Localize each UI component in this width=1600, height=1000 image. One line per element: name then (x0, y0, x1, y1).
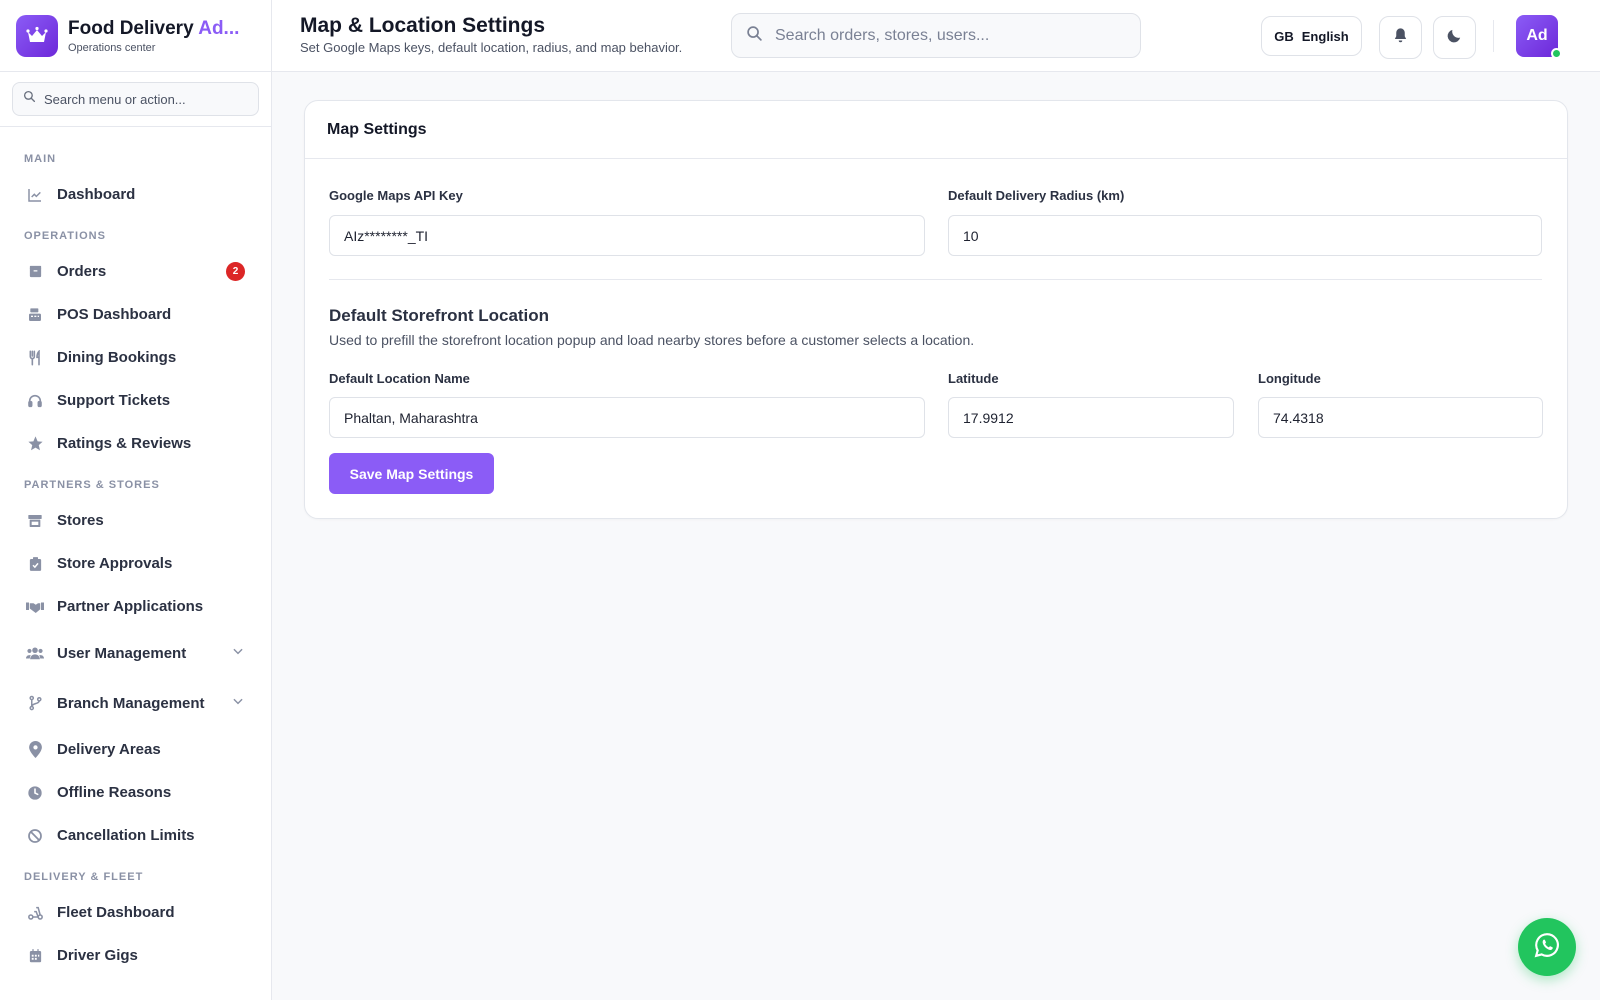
whatsapp-button[interactable] (1518, 918, 1576, 976)
sidebar-item-label: Driver Gigs (57, 947, 138, 964)
sidebar-item-label: Partner Applications (57, 598, 204, 615)
bell-icon (1392, 27, 1409, 49)
avatar-initials: Ad (1526, 27, 1548, 44)
theme-toggle-button[interactable] (1433, 16, 1476, 59)
sidebar-item-fleet-dashboard[interactable]: Fleet Dashboard (12, 891, 259, 934)
box-icon (26, 263, 44, 281)
sidebar-item-dashboard[interactable]: Dashboard (12, 173, 259, 216)
brand[interactable]: Food Delivery Ad... Operations center (0, 0, 271, 72)
sidebar-item-support[interactable]: Support Tickets (12, 379, 259, 422)
chevron-down-icon (231, 644, 245, 662)
search-icon (746, 25, 763, 47)
branch-icon (26, 694, 44, 712)
sidebar-item-branch-management[interactable]: Branch Management (12, 678, 259, 728)
ban-icon (26, 827, 44, 845)
sidebar-item-orders[interactable]: Orders 2 (12, 250, 259, 293)
chevron-down-icon (231, 694, 245, 712)
sidebar-item-label: Delivery Areas (57, 741, 161, 758)
store-icon (26, 512, 44, 530)
sidebar-item-label: Dashboard (57, 186, 136, 203)
sidebar-item-label: Cancellation Limits (57, 827, 195, 844)
sidebar-item-label: Fleet Dashboard (57, 904, 175, 921)
api-key-field[interactable] (329, 215, 925, 256)
clock-icon (26, 784, 44, 802)
language-label: English (1301, 28, 1349, 44)
global-search-input[interactable] (775, 26, 1115, 45)
storefront-section-title: Default Storefront Location (329, 306, 550, 325)
nav-section-fleet: DELIVERY & FLEET (24, 871, 144, 883)
crown-icon (16, 14, 58, 57)
sidebar-item-user-management[interactable]: User Management (12, 628, 259, 678)
sidebar-item-driver-gigs[interactable]: Driver Gigs (12, 934, 259, 977)
star-icon (26, 435, 44, 453)
sidebar: Food Delivery Ad... Operations center MA… (0, 0, 272, 1000)
chart-icon (26, 186, 44, 204)
search-icon (23, 90, 36, 108)
sidebar-item-cancellation-limits[interactable]: Cancellation Limits (12, 814, 259, 857)
api-key-label: Google Maps API Key (329, 188, 463, 203)
handshake-icon (26, 598, 44, 616)
brand-title: Food Delivery Ad... (68, 17, 240, 39)
orders-badge: 2 (226, 262, 245, 281)
register-icon (26, 306, 44, 324)
sidebar-search-input[interactable] (44, 91, 234, 107)
sidebar-item-label: Branch Management (57, 694, 205, 712)
global-search (731, 13, 1141, 58)
longitude-label: Longitude (1258, 371, 1321, 386)
radius-field[interactable] (948, 215, 1542, 256)
online-status-dot (1551, 48, 1562, 59)
save-map-settings-button[interactable]: Save Map Settings (329, 453, 494, 494)
sidebar-item-label: Stores (57, 512, 104, 529)
sidebar-item-stores[interactable]: Stores (12, 499, 259, 542)
sidebar-item-label: POS Dashboard (57, 306, 172, 323)
sidebar-item-dining[interactable]: Dining Bookings (12, 336, 259, 379)
nav-section-operations: OPERATIONS (24, 230, 106, 242)
page-subtitle: Set Google Maps keys, default location, … (300, 40, 683, 55)
map-pin-icon (26, 741, 44, 759)
location-name-label: Default Location Name (329, 371, 470, 386)
scooter-icon (26, 904, 44, 922)
top-header: Map & Location Settings Set Google Maps … (272, 0, 1600, 72)
card-title: Map Settings (305, 101, 1567, 159)
calendar-icon (26, 947, 44, 965)
utensils-icon (26, 349, 44, 367)
sidebar-item-label: Support Tickets (57, 392, 171, 409)
header-divider (1493, 20, 1494, 52)
whatsapp-icon (1534, 932, 1560, 963)
clipboard-check-icon (26, 555, 44, 573)
sidebar-item-label: Store Approvals (57, 555, 173, 572)
nav-section-partners: PARTNERS & STORES (24, 479, 160, 491)
sidebar-search (12, 82, 259, 116)
sidebar-item-label: Ratings & Reviews (57, 435, 192, 452)
latitude-field[interactable] (948, 397, 1234, 438)
sidebar-item-pos[interactable]: POS Dashboard (12, 293, 259, 336)
storefront-section-description: Used to prefill the storefront location … (329, 332, 975, 348)
sidebar-item-label: Offline Reasons (57, 784, 172, 801)
user-avatar[interactable]: Ad (1516, 15, 1562, 59)
headset-icon (26, 392, 44, 410)
nav-section-main: MAIN (24, 153, 57, 165)
radius-label: Default Delivery Radius (km) (948, 188, 1125, 203)
language-code: GB (1274, 28, 1294, 44)
section-divider (329, 279, 1542, 280)
language-selector[interactable]: GB English (1261, 16, 1362, 56)
sidebar-item-ratings[interactable]: Ratings & Reviews (12, 422, 259, 465)
sidebar-item-label: Dining Bookings (57, 349, 177, 366)
location-name-field[interactable] (329, 397, 925, 438)
notifications-button[interactable] (1379, 16, 1422, 59)
sidebar-item-store-approvals[interactable]: Store Approvals (12, 542, 259, 585)
map-settings-card: Map Settings Google Maps API Key Default… (304, 100, 1568, 519)
brand-subtitle: Operations center (68, 41, 156, 54)
users-icon (26, 644, 44, 662)
sidebar-item-label: User Management (57, 644, 187, 662)
page-title: Map & Location Settings (300, 14, 546, 37)
sidebar-item-offline-reasons[interactable]: Offline Reasons (12, 771, 259, 814)
longitude-field[interactable] (1258, 397, 1543, 438)
latitude-label: Latitude (948, 371, 999, 386)
sidebar-item-label: Orders (57, 263, 107, 280)
sidebar-item-delivery-areas[interactable]: Delivery Areas (12, 728, 259, 771)
sidebar-item-partner-applications[interactable]: Partner Applications (12, 585, 259, 628)
moon-icon (1446, 27, 1463, 49)
